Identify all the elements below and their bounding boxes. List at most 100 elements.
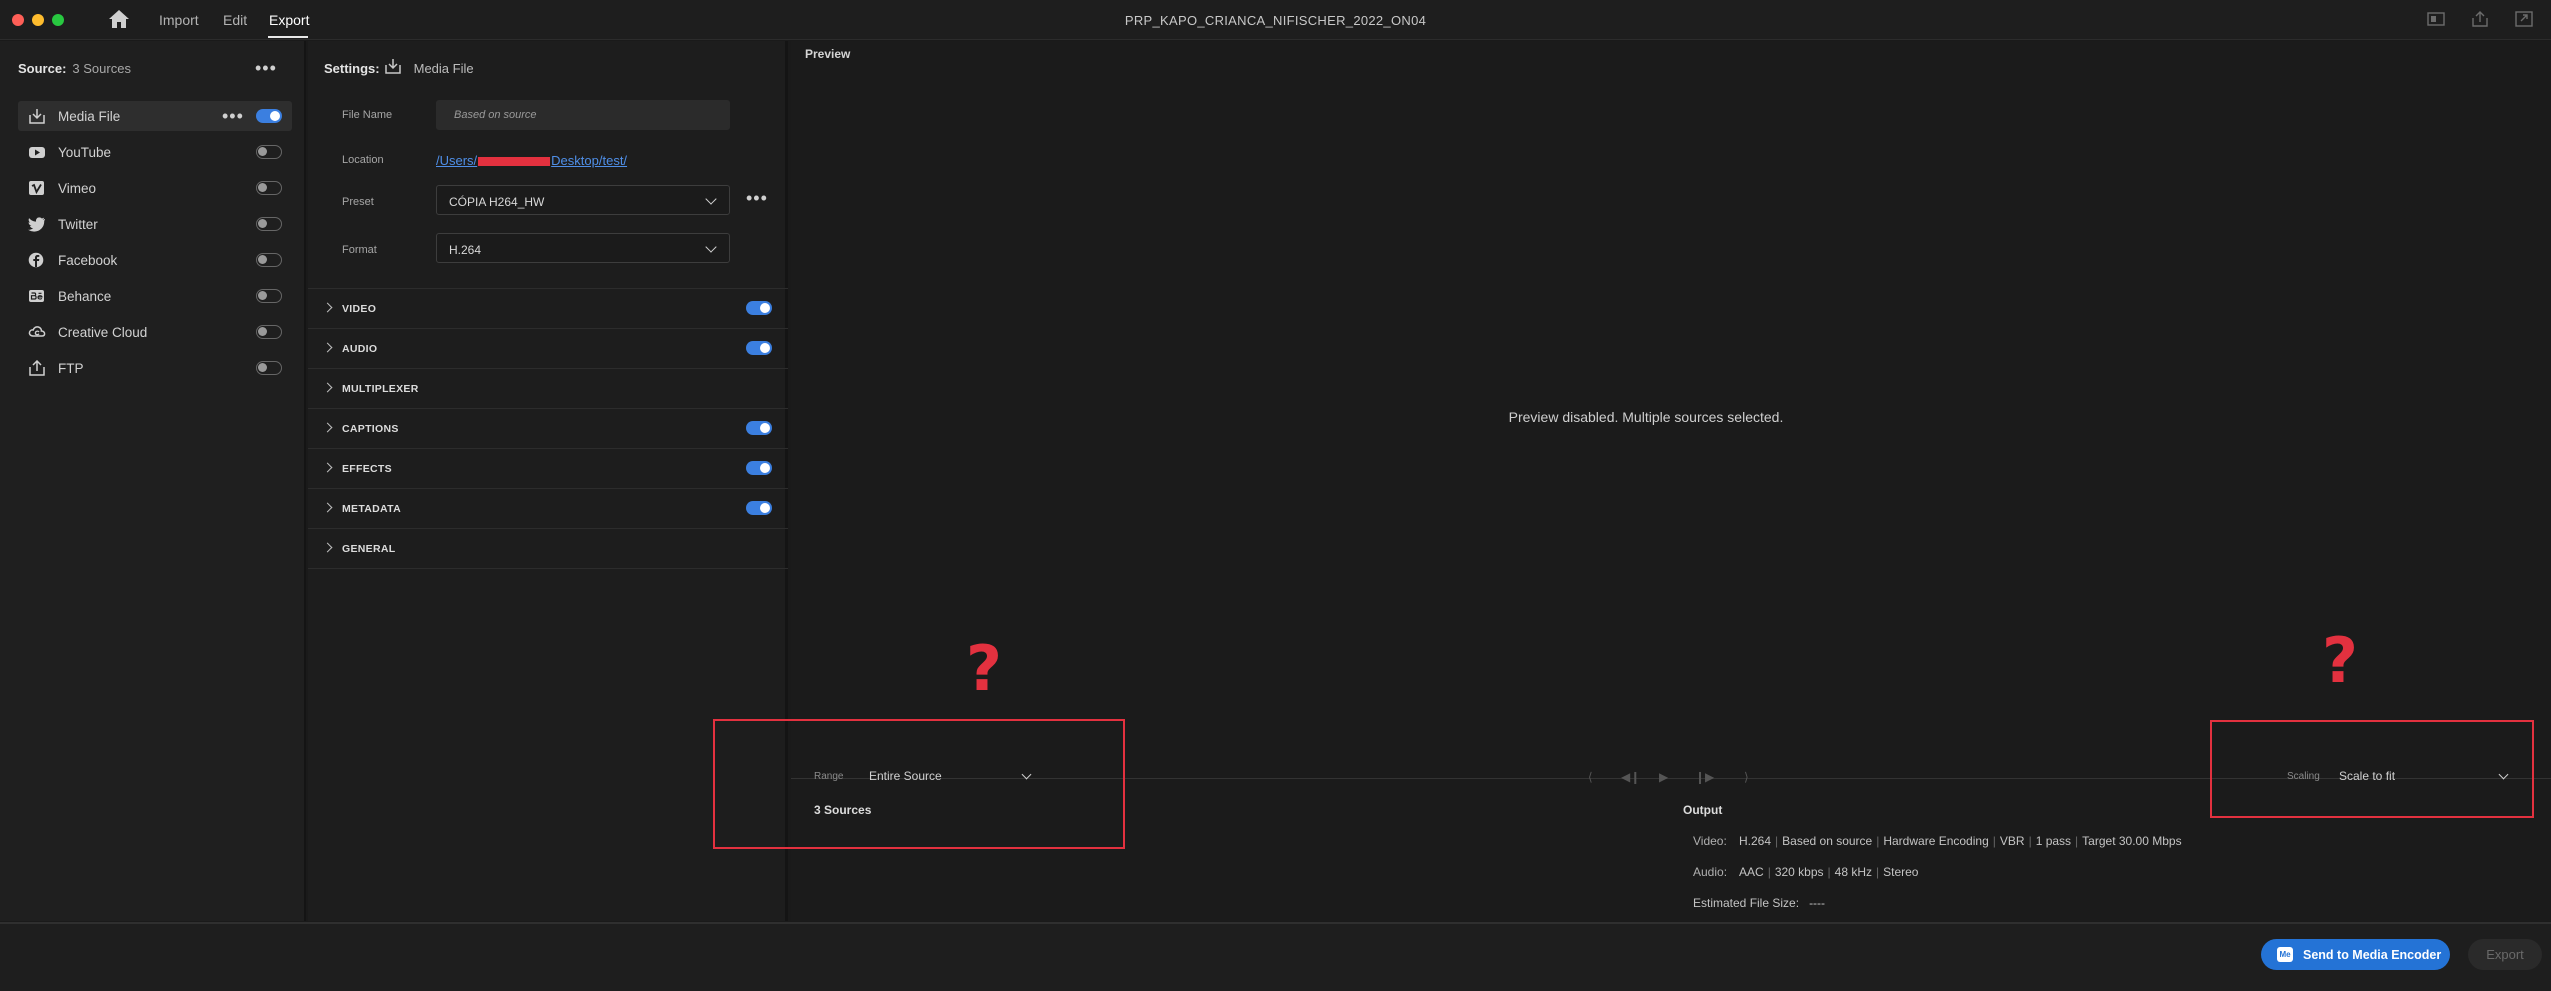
settings-label: Settings:	[324, 61, 380, 76]
preset-label: Preset	[342, 196, 374, 208]
divider	[308, 568, 788, 569]
facebook-toggle[interactable]	[256, 253, 282, 267]
section-title: VIDEO	[342, 303, 377, 315]
destination-twitter[interactable]: Twitter	[18, 209, 292, 239]
send-to-media-encoder-button[interactable]: Me Send to Media Encoder	[2261, 939, 2450, 970]
fullscreen-icon[interactable]	[2515, 11, 2533, 27]
audio-codec: AAC	[1739, 865, 1764, 879]
preview-message: Preview disabled. Multiple sources selec…	[1508, 409, 1784, 425]
section-general[interactable]: GENERAL	[308, 528, 788, 568]
chevron-right-icon	[322, 462, 333, 473]
output-audio-row: Audio: AAC | 320 kbps | 48 kHz | Stereo	[1693, 865, 1919, 879]
workspace-icon[interactable]	[2427, 11, 2445, 27]
upload-icon	[29, 360, 45, 376]
section-audio[interactable]: AUDIO	[308, 328, 788, 368]
source-header: Source: 3 Sources	[18, 61, 131, 76]
section-title: EFFECTS	[342, 463, 392, 475]
destination-youtube[interactable]: YouTube	[18, 137, 292, 167]
vimeo-toggle[interactable]	[256, 181, 282, 195]
location-link[interactable]: /Users/Desktop/test/	[436, 153, 627, 168]
section-title: AUDIO	[342, 343, 378, 355]
section-multiplexer[interactable]: MULTIPLEXER	[308, 368, 788, 408]
source-count: 3 Sources	[72, 61, 131, 76]
facebook-icon	[28, 252, 44, 268]
section-title: GENERAL	[342, 543, 396, 555]
section-video[interactable]: VIDEO	[308, 288, 788, 328]
output-size-row: Estimated File Size: ----	[1693, 896, 1825, 910]
share-icon[interactable]	[2471, 11, 2489, 27]
annotation-question-mark: ?	[966, 632, 1002, 705]
metadata-toggle[interactable]	[746, 501, 772, 515]
footer-bar: Me Send to Media Encoder Export	[0, 922, 2551, 991]
step-forward-icon[interactable]: ❙▶	[1695, 770, 1714, 784]
export-button[interactable]: Export	[2468, 939, 2542, 970]
redaction-mark	[478, 157, 551, 167]
format-label: Format	[342, 244, 377, 256]
section-metadata[interactable]: METADATA	[308, 488, 788, 528]
twitter-icon	[28, 217, 45, 232]
media-encoder-icon: Me	[2277, 947, 2293, 962]
destination-behance[interactable]: Behance	[18, 281, 292, 311]
section-captions[interactable]: CAPTIONS	[308, 408, 788, 448]
download-icon	[385, 59, 401, 74]
section-effects[interactable]: EFFECTS	[308, 448, 788, 488]
format-select[interactable]: H.264	[436, 233, 730, 263]
section-title: CAPTIONS	[342, 423, 399, 435]
captions-toggle[interactable]	[746, 421, 772, 435]
destination-label: Vimeo	[58, 181, 97, 196]
section-title: MULTIPLEXER	[342, 383, 419, 395]
destination-label: Creative Cloud	[58, 325, 148, 340]
preview-title: Preview	[805, 47, 851, 61]
preset-more-icon[interactable]: •••	[746, 189, 768, 207]
twitter-toggle[interactable]	[256, 217, 282, 231]
destination-creative-cloud[interactable]: Creative Cloud	[18, 317, 292, 347]
audio-bitrate: 320 kbps	[1774, 865, 1824, 879]
document-title: PRP_KAPO_CRIANCA_NIFISCHER_2022_ON04	[1124, 13, 1427, 28]
title-bar: Import Edit Export PRP_KAPO_CRIANCA_NIFI…	[0, 0, 2551, 40]
chevron-right-icon	[322, 302, 333, 313]
chevron-right-icon	[322, 422, 333, 433]
audio-label: Audio:	[1693, 865, 1728, 879]
destination-label: YouTube	[58, 145, 112, 160]
source-more-icon[interactable]: •••	[255, 59, 277, 77]
media-file-more-icon[interactable]: •••	[222, 107, 244, 125]
audio-sample-rate: 48 kHz	[1834, 865, 1872, 879]
chevron-right-icon	[322, 342, 333, 353]
size-value: ----	[1809, 896, 1826, 910]
destination-label: Facebook	[58, 253, 118, 268]
preset-select[interactable]: CÓPIA H264_HW	[436, 185, 730, 215]
video-resolution: Based on source	[1782, 834, 1873, 848]
behance-toggle[interactable]	[256, 289, 282, 303]
go-to-out-icon[interactable]: ⟩	[1744, 770, 1749, 784]
audio-channels: Stereo	[1883, 865, 1919, 879]
destination-vimeo[interactable]: Vimeo	[18, 173, 292, 203]
step-back-icon[interactable]: ◀❙	[1621, 770, 1640, 784]
destination-facebook[interactable]: Facebook	[18, 245, 292, 275]
destination-label: Twitter	[58, 217, 98, 232]
creative-cloud-icon	[28, 326, 46, 337]
destination-ftp[interactable]: FTP	[18, 353, 292, 383]
destination-label: Behance	[58, 289, 112, 304]
ftp-toggle[interactable]	[256, 361, 282, 375]
video-toggle[interactable]	[746, 301, 772, 315]
video-codec: H.264	[1739, 834, 1772, 848]
audio-toggle[interactable]	[746, 341, 772, 355]
youtube-icon	[29, 147, 45, 158]
preset-value: CÓPIA H264_HW	[449, 195, 545, 209]
destination-media-file[interactable]: Media File •••	[18, 101, 292, 131]
media-file-toggle[interactable]	[256, 109, 282, 123]
location-label: Location	[342, 154, 384, 166]
go-to-in-icon[interactable]: ⟨	[1588, 770, 1593, 784]
video-target: Target 30.00 Mbps	[2082, 834, 2182, 848]
file-name-label: File Name	[342, 109, 393, 121]
effects-toggle[interactable]	[746, 461, 772, 475]
play-icon[interactable]: ▶	[1659, 770, 1668, 784]
settings-target: Media File	[413, 61, 474, 76]
creative-cloud-toggle[interactable]	[256, 325, 282, 339]
chevron-right-icon	[322, 542, 333, 553]
youtube-toggle[interactable]	[256, 145, 282, 159]
file-name-input[interactable]: Based on source	[436, 100, 730, 130]
source-label: Source:	[18, 61, 67, 76]
chevron-down-icon	[705, 241, 717, 253]
annotation-question-mark: ?	[2322, 624, 2358, 697]
